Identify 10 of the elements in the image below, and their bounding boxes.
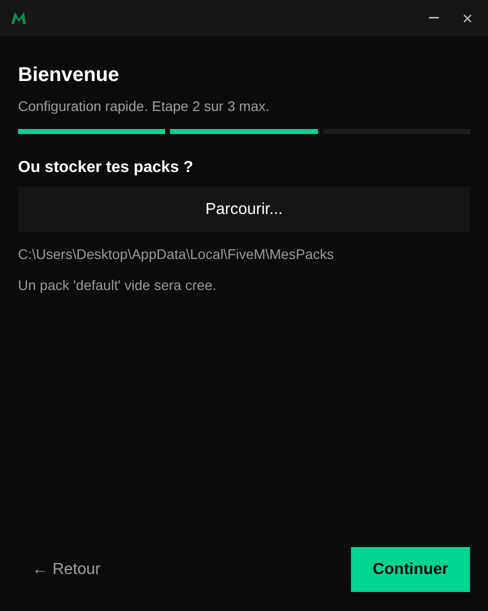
close-icon[interactable]	[463, 14, 472, 22]
folder-path: C:\Users\Desktop\AppData\Local\FiveM\MesPacks	[18, 245, 335, 263]
browse-button[interactable]: Parcourir...	[18, 187, 470, 232]
minimize-icon[interactable]	[429, 17, 439, 19]
continue-button[interactable]: Continuer	[351, 547, 470, 592]
step-subtitle: Configuration rapide. Etape 2 sur 3 max.	[18, 97, 270, 115]
question-label: Ou stocker tes packs ?	[18, 158, 194, 178]
page-title: Bienvenue	[18, 63, 120, 88]
info-note: Un pack 'default' vide sera cree.	[18, 276, 218, 294]
back-button[interactable]: ← Retour	[32, 558, 100, 582]
